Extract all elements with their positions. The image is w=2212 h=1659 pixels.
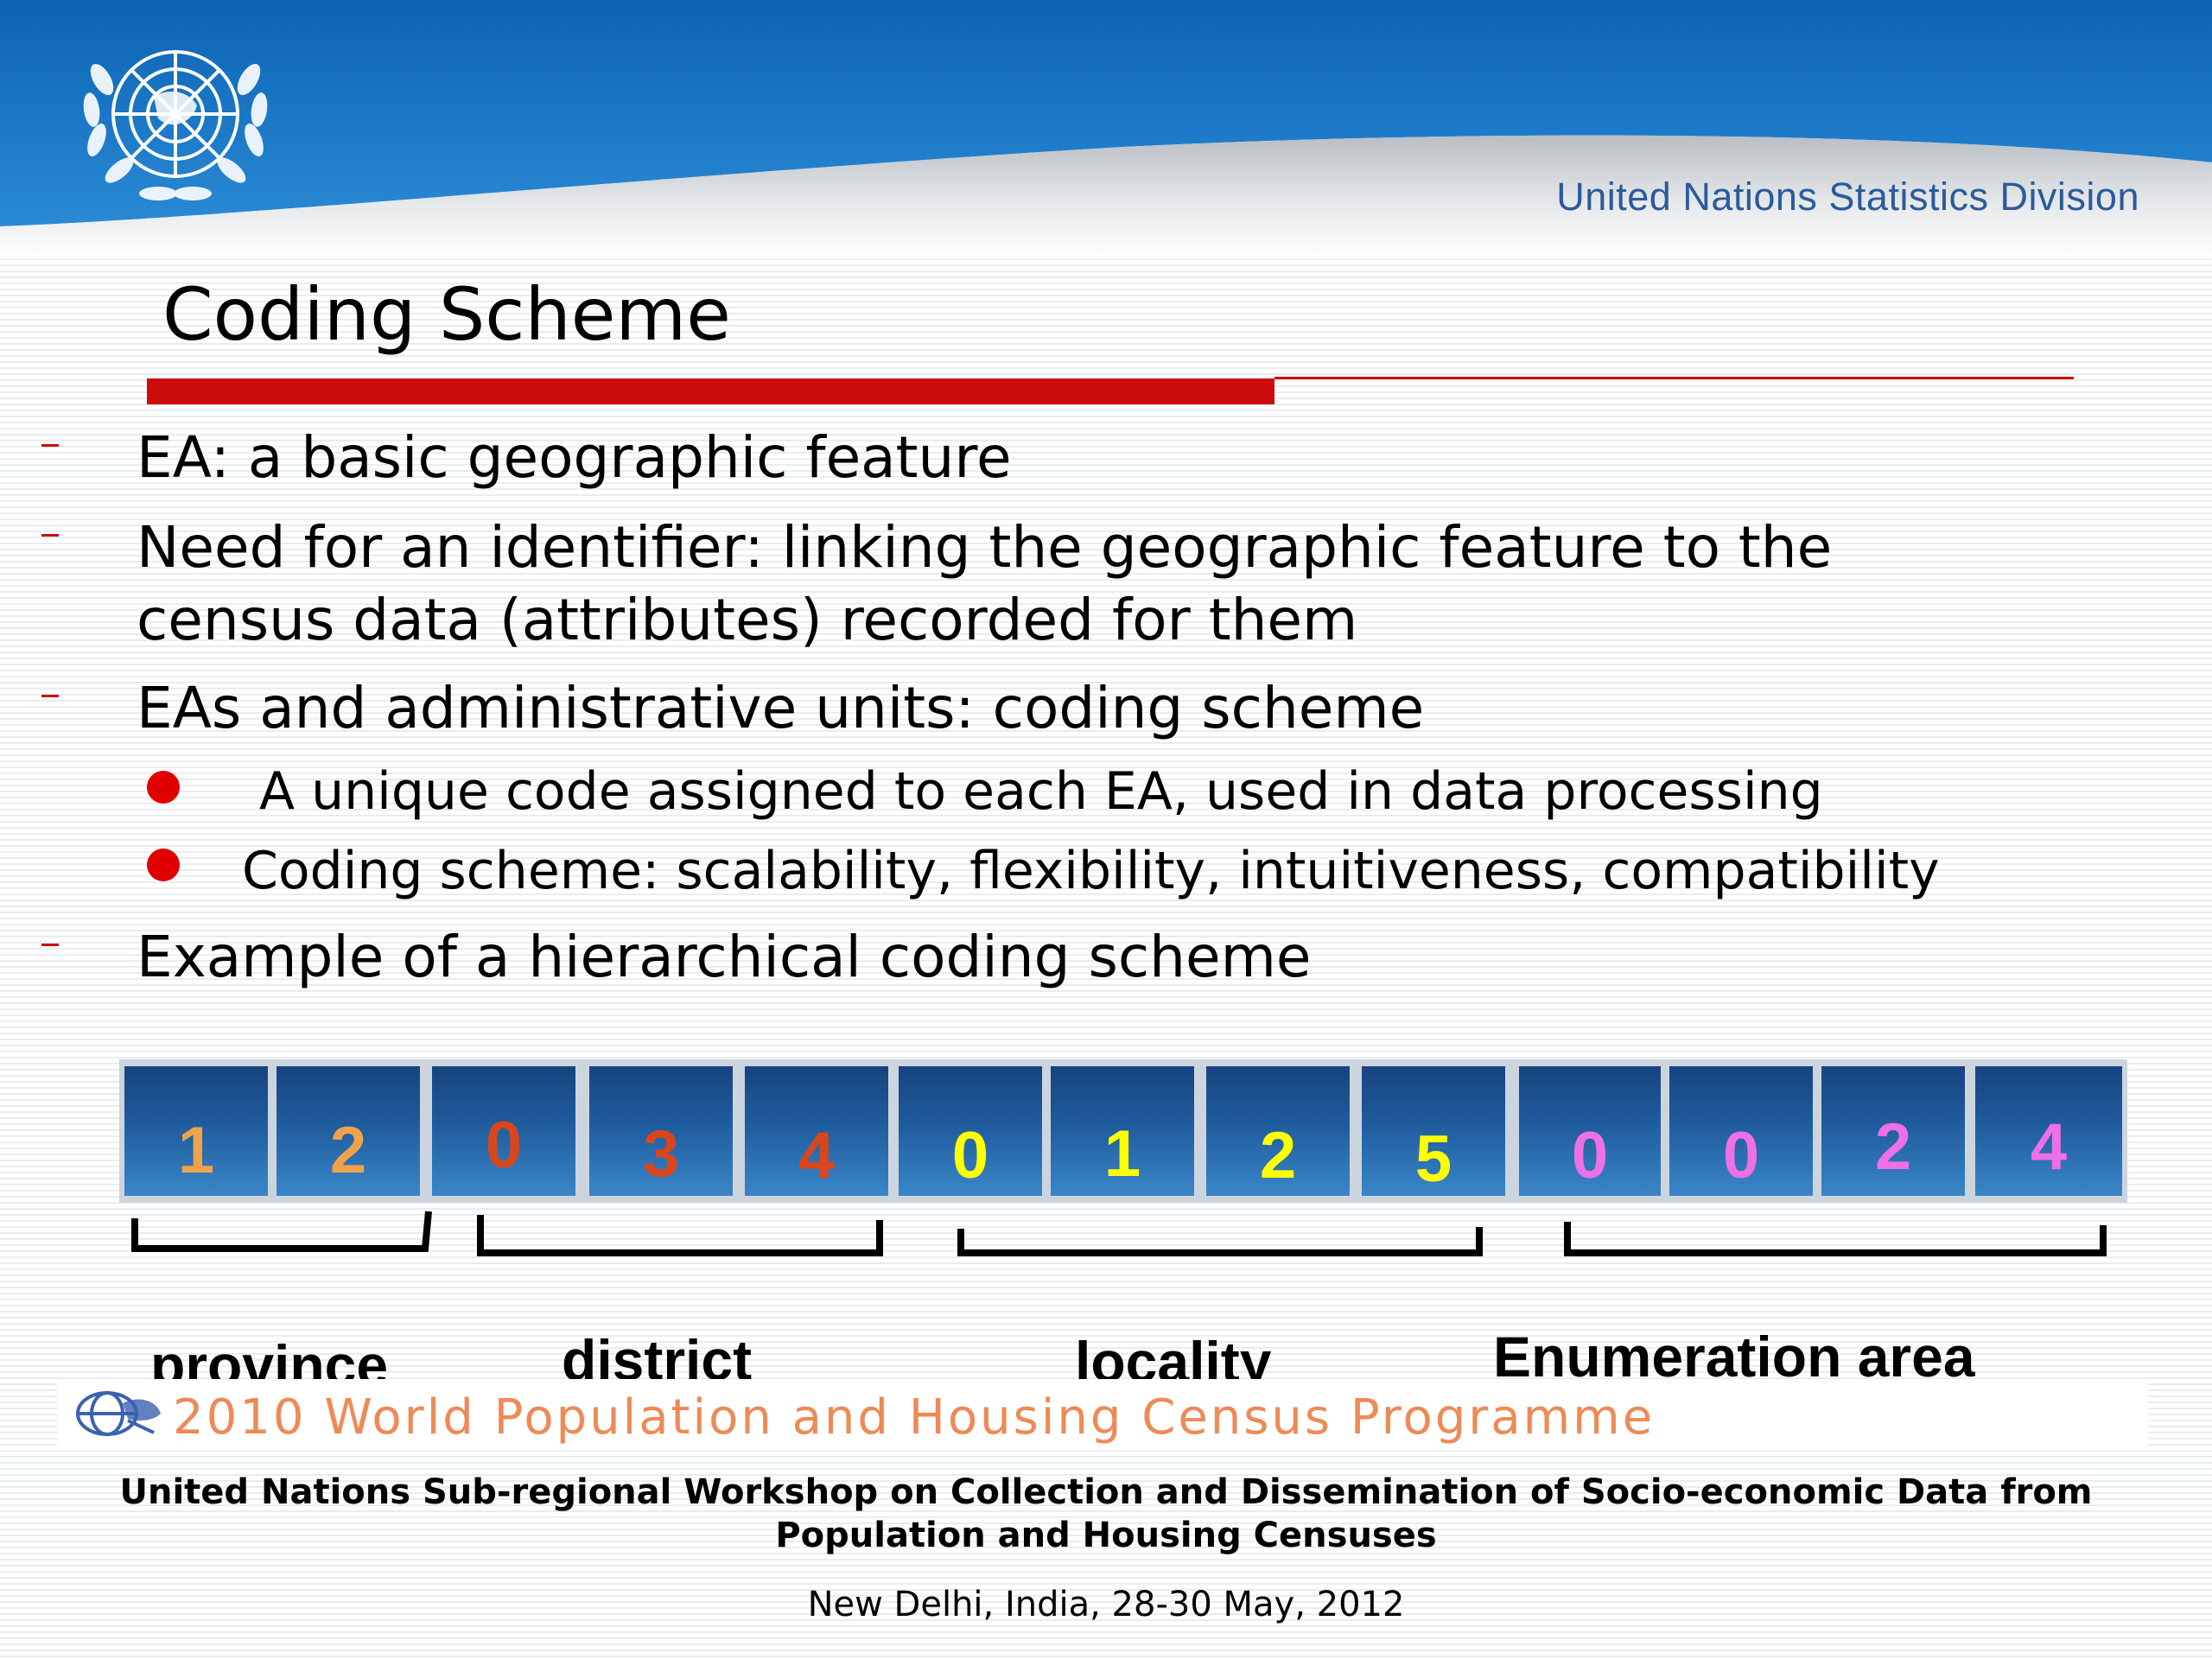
code-digit: 2 bbox=[1874, 1110, 1912, 1184]
code-digit: 3 bbox=[642, 1117, 680, 1191]
code-digit-box: 2 bbox=[276, 1066, 420, 1196]
bullet-dash bbox=[41, 444, 59, 447]
code-digit: 5 bbox=[1414, 1122, 1452, 1196]
code-digit-box: 5 bbox=[1362, 1066, 1505, 1196]
code-digit: 0 bbox=[1722, 1119, 1760, 1192]
workshop-title-line1: United Nations Sub-regional Workshop on … bbox=[119, 1472, 2093, 1512]
district-bracket bbox=[477, 1215, 883, 1256]
header-banner: United Nations Statistics Division bbox=[0, 0, 2212, 259]
code-digit-box: 2 bbox=[1206, 1066, 1350, 1196]
code-digit: 4 bbox=[798, 1119, 836, 1192]
title-underline-thick bbox=[147, 378, 1274, 404]
code-digit-box: 1 bbox=[124, 1066, 268, 1196]
workshop-title-line2: Population and Housing Censuses bbox=[775, 1516, 1437, 1555]
code-digit-box: 3 bbox=[589, 1066, 733, 1196]
code-digit-box: 0 bbox=[1519, 1066, 1661, 1196]
bullet-dash bbox=[41, 695, 59, 697]
code-digit: 2 bbox=[329, 1114, 367, 1187]
enumeration-area-bracket bbox=[1564, 1222, 2107, 1256]
code-digit: 0 bbox=[1571, 1119, 1609, 1192]
code-digit-box: 1 bbox=[1051, 1066, 1194, 1196]
code-digit: 2 bbox=[1259, 1119, 1297, 1192]
census-programme-title: 2010 World Population and Housing Census… bbox=[173, 1389, 1656, 1446]
sub-bullet-dot bbox=[147, 771, 180, 804]
organization-name: United Nations Statistics Division bbox=[1556, 175, 2139, 219]
sub-bullet-item: Coding scheme: scalability, flexibility,… bbox=[242, 841, 1940, 901]
bullet-item: Need for an identifier: linking the geog… bbox=[137, 514, 1833, 581]
un-emblem-icon bbox=[67, 28, 283, 213]
code-digit: 0 bbox=[951, 1119, 989, 1192]
header-background bbox=[0, 0, 2212, 259]
bullet-item-continuation: census data (attributes) recorded for th… bbox=[137, 587, 1358, 653]
bullet-item: EA: a basic geographic feature bbox=[137, 424, 1012, 491]
bullet-item: EAs and administrative units: coding sch… bbox=[137, 675, 1425, 741]
code-digit-box: 4 bbox=[1975, 1066, 2122, 1196]
code-digit-strip: 1 2 0 3 4 0 1 2 5 0 0 2 4 bbox=[119, 1059, 2127, 1203]
code-digit-box: 4 bbox=[745, 1066, 888, 1196]
code-digit: 1 bbox=[1103, 1117, 1141, 1191]
bullet-item: Example of a hierarchical coding scheme bbox=[137, 924, 1312, 990]
code-digit-box: 2 bbox=[1821, 1066, 1965, 1196]
code-digit-box: 0 bbox=[899, 1066, 1042, 1196]
code-digit: 1 bbox=[177, 1114, 215, 1187]
census-programme-logo-icon bbox=[71, 1386, 166, 1445]
bullet-dash bbox=[41, 534, 59, 537]
title-underline-thin bbox=[1274, 377, 2074, 379]
sub-bullet-dot bbox=[147, 849, 180, 881]
workshop-location-date: New Delhi, India, 28-30 May, 2012 bbox=[807, 1585, 1405, 1624]
code-digit: 4 bbox=[2030, 1110, 2068, 1184]
province-bracket bbox=[131, 1211, 432, 1252]
locality-bracket bbox=[957, 1227, 1483, 1256]
sub-bullet-item: A unique code assigned to each EA, used … bbox=[259, 761, 1823, 822]
bullet-dash bbox=[41, 944, 59, 946]
code-digit-box: 0 bbox=[432, 1066, 575, 1196]
slide-title: Coding Scheme bbox=[162, 272, 731, 357]
code-digit: 0 bbox=[485, 1109, 523, 1182]
code-digit-box: 0 bbox=[1669, 1066, 1813, 1196]
